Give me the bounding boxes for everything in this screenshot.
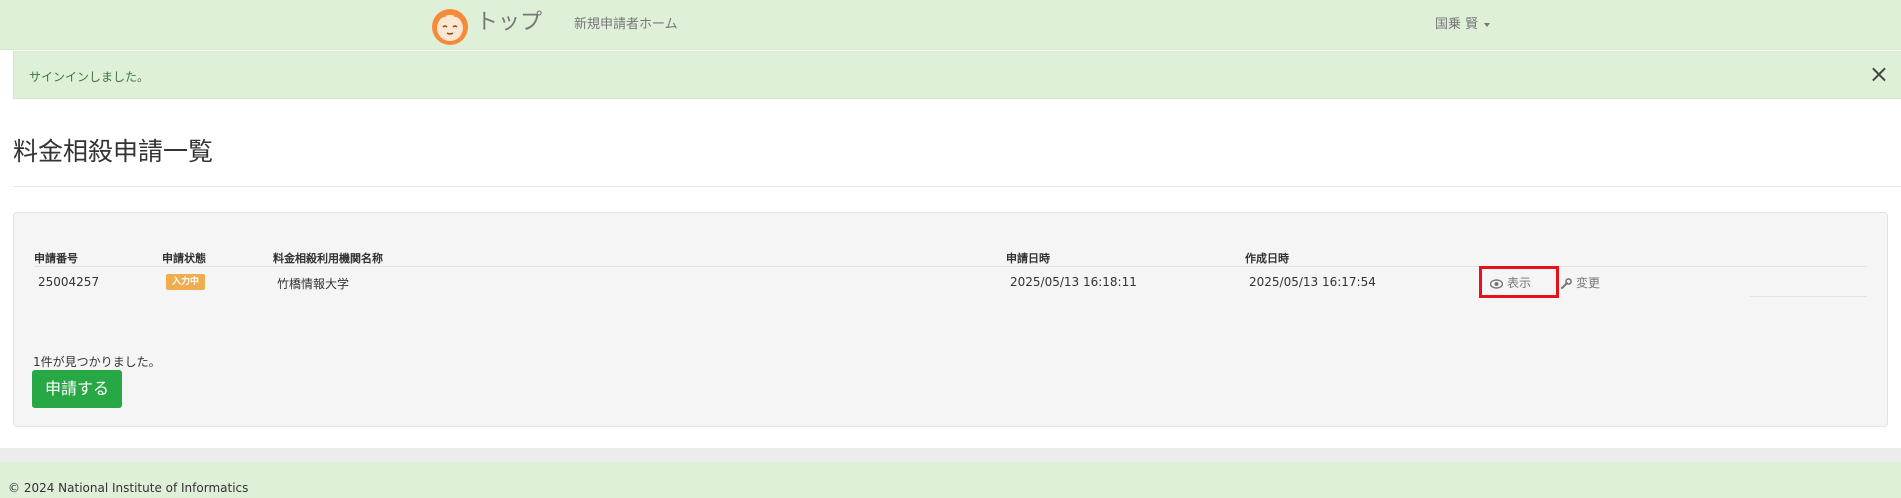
caret-down-icon: [1484, 22, 1491, 27]
cat-mascot-logo-icon[interactable]: [430, 7, 470, 47]
cell-application-number: 25004257: [38, 275, 100, 289]
title-divider: [13, 186, 1901, 187]
edit-link[interactable]: 変更: [1561, 274, 1600, 291]
alert-message: サインインしました。: [29, 70, 150, 84]
nav-new-applicant-home[interactable]: 新規申請者ホーム: [574, 16, 678, 34]
header-created-at: 作成日時: [1245, 252, 1289, 265]
row-divider: [1750, 296, 1867, 297]
view-button[interactable]: 表示: [1479, 266, 1559, 298]
user-menu-dropdown[interactable]: 国乗 賢: [1435, 16, 1491, 34]
cell-created-at: 2025/05/13 16:17:54: [1249, 275, 1376, 289]
header-institution: 料金相殺利用機関名称: [273, 252, 383, 265]
signin-alert: サインインしました。 ×: [13, 51, 1901, 99]
view-link[interactable]: 表示: [1490, 274, 1531, 291]
header-applied-at: 申請日時: [1006, 252, 1050, 265]
status-badge: 入力中: [166, 274, 206, 290]
header-status: 申請状態: [162, 252, 206, 265]
header-application-number: 申請番号: [34, 252, 78, 265]
footer: © 2024 National Institute of Informatics: [0, 462, 1901, 498]
table-header-divider: [34, 266, 1867, 267]
page-title: 料金相殺申請一覧: [13, 137, 214, 166]
user-name: 国乗 賢: [1435, 17, 1479, 32]
edit-label: 変更: [1576, 276, 1601, 290]
footer-copyright: © 2024 National Institute of Informatics: [8, 481, 249, 495]
content-bottom-band: [0, 448, 1901, 462]
result-count: 1件が見つかりました。: [33, 355, 161, 369]
navbar: トップ 新規申請者ホーム 国乗 賢: [0, 0, 1901, 50]
cell-institution: 竹橋情報大学: [277, 277, 350, 291]
apply-button[interactable]: 申請する: [32, 370, 122, 408]
applications-panel: 申請番号 申請状態 料金相殺利用機関名称 申請日時 作成日時 25004257 …: [13, 212, 1888, 427]
cell-applied-at: 2025/05/13 16:18:11: [1010, 275, 1137, 289]
brand-link[interactable]: トップ: [476, 8, 542, 38]
close-icon[interactable]: ×: [1869, 62, 1889, 86]
wrench-icon: [1561, 278, 1572, 289]
eye-icon: [1490, 279, 1503, 289]
view-label: 表示: [1507, 276, 1532, 290]
